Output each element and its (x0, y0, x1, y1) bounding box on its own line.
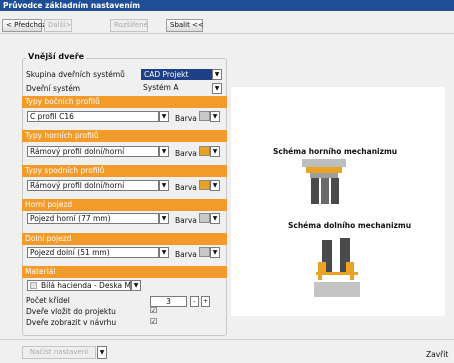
toolbar-divider (0, 33, 454, 34)
top-scheme-title: Schéma horního mechanizmu (273, 147, 398, 156)
bottom-profile-select[interactable]: Rámový profil dolní/horní (27, 180, 159, 191)
wings-label: Počet křídel (26, 296, 70, 305)
show-checkbox[interactable]: ☑ (150, 318, 158, 326)
bottom-mechanism-diagram (314, 238, 360, 297)
chevron-down-icon[interactable]: ▼ (212, 69, 222, 80)
section-title: Vnější dveře (26, 52, 87, 61)
system-group-select[interactable]: CAD Projekt (141, 69, 212, 80)
chevron-down-icon[interactable]: ▼ (210, 111, 220, 122)
next-button[interactable]: Další> (44, 19, 72, 32)
extended-button[interactable]: Rozšířené (110, 19, 148, 32)
top-rail-band: Horní pojezd (22, 199, 227, 211)
bottom-rail-band: Dolní pojezd (22, 233, 227, 245)
load-settings-button[interactable]: Načíst nastavení (22, 346, 96, 359)
top-rail-select[interactable]: Pojezd horní (77 mm) (27, 213, 159, 224)
side-profile-select[interactable]: C profil C16 (27, 111, 159, 122)
chevron-down-icon[interactable]: ▼ (210, 213, 220, 224)
chevron-down-icon[interactable]: ▼ (131, 280, 141, 291)
chevron-down-icon[interactable]: ▼ (210, 146, 220, 157)
color-swatch[interactable] (199, 180, 210, 190)
side-profiles-band: Typy bočních profilů (22, 96, 227, 108)
chevron-down-icon[interactable]: ▼ (97, 346, 107, 359)
chevron-down-icon[interactable]: ▼ (159, 111, 169, 122)
color-label: Barva (175, 149, 197, 158)
bottom-rail-select[interactable]: Pojezd dolní (51 mm) (27, 247, 159, 258)
color-label: Barva (175, 250, 197, 259)
insert-checkbox[interactable]: ☑ (150, 307, 158, 315)
window-title: Průvodce základním nastavením (0, 0, 454, 11)
material-swatch-icon (30, 282, 37, 289)
chevron-down-icon[interactable]: ▼ (210, 247, 220, 258)
footer-divider (0, 339, 454, 340)
chevron-down-icon[interactable]: ▼ (159, 247, 169, 258)
door-system-label: Dveřní systém (26, 84, 81, 93)
chevron-down-icon[interactable]: ▼ (210, 180, 220, 191)
material-select[interactable]: Bílá hacienda - Deska MDF (27, 280, 131, 291)
chevron-down-icon[interactable]: ▼ (159, 180, 169, 191)
close-button[interactable]: Zavřít (426, 350, 448, 359)
door-system-select[interactable]: Systém A (141, 83, 212, 94)
show-label: Dveře zobrazit v návrhu (26, 318, 117, 327)
color-label: Barva (175, 183, 197, 192)
top-profile-select[interactable]: Rámový profil dolní/horní (27, 146, 159, 157)
minus-button[interactable]: - (190, 296, 199, 307)
color-swatch[interactable] (199, 213, 210, 223)
color-label: Barva (175, 114, 197, 123)
bottom-scheme-title: Schéma dolního mechanizmu (288, 221, 412, 230)
chevron-down-icon[interactable]: ▼ (212, 83, 222, 94)
color-swatch[interactable] (199, 146, 210, 156)
color-swatch[interactable] (199, 111, 210, 121)
bottom-profiles-band: Typy spodních profilů (22, 165, 227, 177)
back-button[interactable]: < Předchozí (2, 19, 48, 32)
system-group-label: Skupina dveřních systémů (26, 70, 125, 79)
insert-label: Dveře vložit do projektu (26, 307, 116, 316)
material-band: Materiál (22, 266, 227, 278)
top-mechanism-diagram (302, 159, 346, 204)
collapse-button[interactable]: Sbalit << (166, 19, 204, 32)
chevron-down-icon[interactable]: ▼ (159, 213, 169, 224)
chevron-down-icon[interactable]: ▼ (159, 146, 169, 157)
color-swatch[interactable] (199, 247, 210, 257)
plus-button[interactable]: + (201, 296, 210, 307)
color-label: Barva (175, 216, 197, 225)
top-profiles-band: Typy horních profilů (22, 130, 227, 142)
